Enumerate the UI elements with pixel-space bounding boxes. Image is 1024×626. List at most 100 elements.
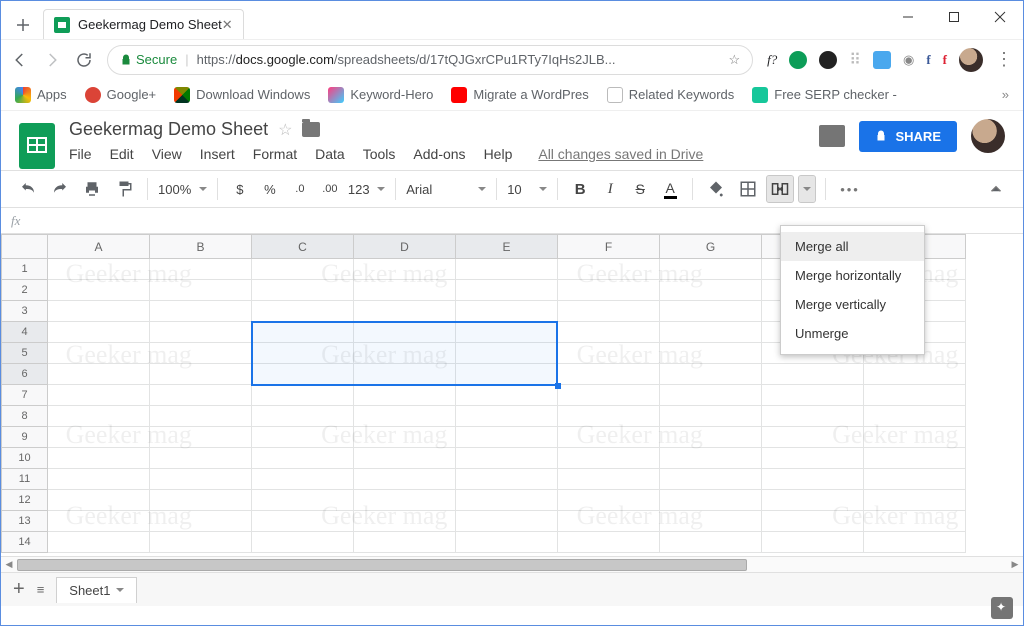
bookmark-related-keywords[interactable]: Related Keywords (607, 87, 735, 103)
window-maximize-button[interactable] (931, 1, 977, 33)
font-size-dropdown[interactable]: 10 (507, 182, 547, 197)
account-avatar[interactable] (971, 119, 1005, 153)
row-header[interactable]: 8 (2, 406, 48, 427)
browser-tab[interactable]: Geekermag Demo Sheet ✕ (43, 9, 244, 39)
all-sheets-button[interactable]: ≡ (37, 582, 45, 597)
browser-menu-button[interactable]: ⋮ (995, 49, 1013, 70)
browser-avatar[interactable] (959, 48, 983, 72)
star-page-button[interactable]: ☆ (728, 52, 740, 68)
menu-insert[interactable]: Insert (200, 146, 235, 162)
format-currency-button[interactable]: $ (228, 176, 252, 202)
increase-decimal-button[interactable]: .00 (318, 176, 342, 202)
merge-horizontally-item[interactable]: Merge horizontally (781, 261, 924, 290)
borders-button[interactable] (735, 176, 761, 202)
menu-view[interactable]: View (152, 146, 182, 162)
star-button[interactable]: ☆ (278, 120, 292, 140)
close-tab-button[interactable]: ✕ (222, 17, 233, 33)
row-header[interactable]: 13 (2, 511, 48, 532)
hscroll-thumb[interactable] (17, 559, 747, 571)
strikethrough-button[interactable]: S (628, 176, 652, 202)
address-bar[interactable]: Secure | https://docs.google.com/spreads… (107, 45, 753, 75)
row-header[interactable]: 12 (2, 490, 48, 511)
column-header[interactable]: C (252, 235, 354, 259)
italic-button[interactable]: I (598, 176, 622, 202)
select-all-corner[interactable] (2, 235, 48, 259)
add-sheet-button[interactable]: + (13, 578, 25, 601)
column-header[interactable]: F (558, 235, 660, 259)
window-minimize-button[interactable] (885, 1, 931, 33)
menu-tools[interactable]: Tools (363, 146, 396, 162)
column-header[interactable]: E (456, 235, 558, 259)
save-status[interactable]: All changes saved in Drive (538, 146, 703, 162)
more-tools-button[interactable]: ••• (836, 176, 864, 202)
text-color-button[interactable]: A (658, 176, 682, 202)
collapse-toolbar-button[interactable] (983, 176, 1009, 202)
f-question-icon[interactable]: f? (767, 52, 777, 68)
number-format-dropdown[interactable]: 123 (348, 182, 385, 197)
explore-button[interactable] (991, 597, 1013, 619)
horizontal-scrollbar[interactable]: ◀ ▶ (1, 556, 1023, 572)
ext-k-icon[interactable] (819, 51, 837, 69)
bold-button[interactable]: B (568, 176, 592, 202)
new-tab-button[interactable] (9, 11, 37, 39)
row-header[interactable]: 9 (2, 427, 48, 448)
hscroll-left-button[interactable]: ◀ (1, 557, 17, 573)
forward-button[interactable] (43, 51, 61, 69)
row-header[interactable]: 2 (2, 280, 48, 301)
sheet-tab-menu-icon[interactable] (116, 588, 124, 596)
comments-button[interactable] (819, 125, 845, 147)
ext-blue-icon[interactable] (873, 51, 891, 69)
ext-facebook-icon[interactable]: f (926, 52, 930, 68)
bookmarks-overflow-button[interactable]: » (1002, 87, 1009, 102)
menu-data[interactable]: Data (315, 146, 345, 162)
merge-vertically-item[interactable]: Merge vertically (781, 290, 924, 319)
doc-title[interactable]: Geekermag Demo Sheet (69, 119, 268, 140)
font-family-dropdown[interactable]: Arial (406, 182, 486, 197)
column-header[interactable]: A (48, 235, 150, 259)
sheets-logo-icon[interactable] (19, 123, 55, 169)
row-header[interactable]: 7 (2, 385, 48, 406)
share-button[interactable]: SHARE (859, 121, 957, 152)
row-header[interactable]: 6 (2, 364, 48, 385)
row-header[interactable]: 3 (2, 301, 48, 322)
redo-button[interactable] (47, 176, 73, 202)
back-button[interactable] (11, 51, 29, 69)
bookmark-download-windows[interactable]: Download Windows (174, 87, 310, 103)
row-header[interactable]: 4 (2, 322, 48, 343)
move-to-folder-button[interactable] (302, 122, 320, 137)
menu-help[interactable]: Help (484, 146, 513, 162)
window-close-button[interactable] (977, 1, 1023, 33)
column-header[interactable]: B (150, 235, 252, 259)
reload-button[interactable] (75, 51, 93, 69)
hscroll-right-button[interactable]: ▶ (1007, 557, 1023, 573)
ext-grid-icon[interactable]: ⠿ (849, 50, 861, 70)
row-header[interactable]: 5 (2, 343, 48, 364)
bookmark-keyword-hero[interactable]: Keyword-Hero (328, 87, 433, 103)
print-button[interactable] (79, 176, 105, 202)
unmerge-item[interactable]: Unmerge (781, 319, 924, 348)
bookmark-free-serp[interactable]: Free SERP checker - (752, 87, 897, 103)
sheet-tab[interactable]: Sheet1 (56, 577, 137, 603)
row-header[interactable]: 11 (2, 469, 48, 490)
ext-camera-icon[interactable]: ◉ (903, 52, 914, 68)
format-percent-button[interactable]: % (258, 176, 282, 202)
bookmark-apps[interactable]: Apps (15, 87, 67, 103)
ext-red-f-icon[interactable]: f (943, 52, 947, 68)
bookmark-google-plus[interactable]: Google+ (85, 87, 157, 103)
column-header[interactable]: D (354, 235, 456, 259)
zoom-dropdown[interactable]: 100% (158, 182, 207, 197)
menu-addons[interactable]: Add-ons (413, 146, 465, 162)
undo-button[interactable] (15, 176, 41, 202)
merge-all-item[interactable]: Merge all (781, 232, 924, 261)
row-header[interactable]: 1 (2, 259, 48, 280)
menu-edit[interactable]: Edit (110, 146, 134, 162)
decrease-decimal-button[interactable]: .0 (288, 176, 312, 202)
row-header[interactable]: 10 (2, 448, 48, 469)
menu-file[interactable]: File (69, 146, 92, 162)
fill-color-button[interactable] (703, 176, 729, 202)
ext-grammarly-icon[interactable] (789, 51, 807, 69)
bookmark-migrate-wordpress[interactable]: Migrate a WordPres (451, 87, 588, 103)
paint-format-button[interactable] (111, 176, 137, 202)
menu-format[interactable]: Format (253, 146, 297, 162)
column-header[interactable]: G (660, 235, 762, 259)
